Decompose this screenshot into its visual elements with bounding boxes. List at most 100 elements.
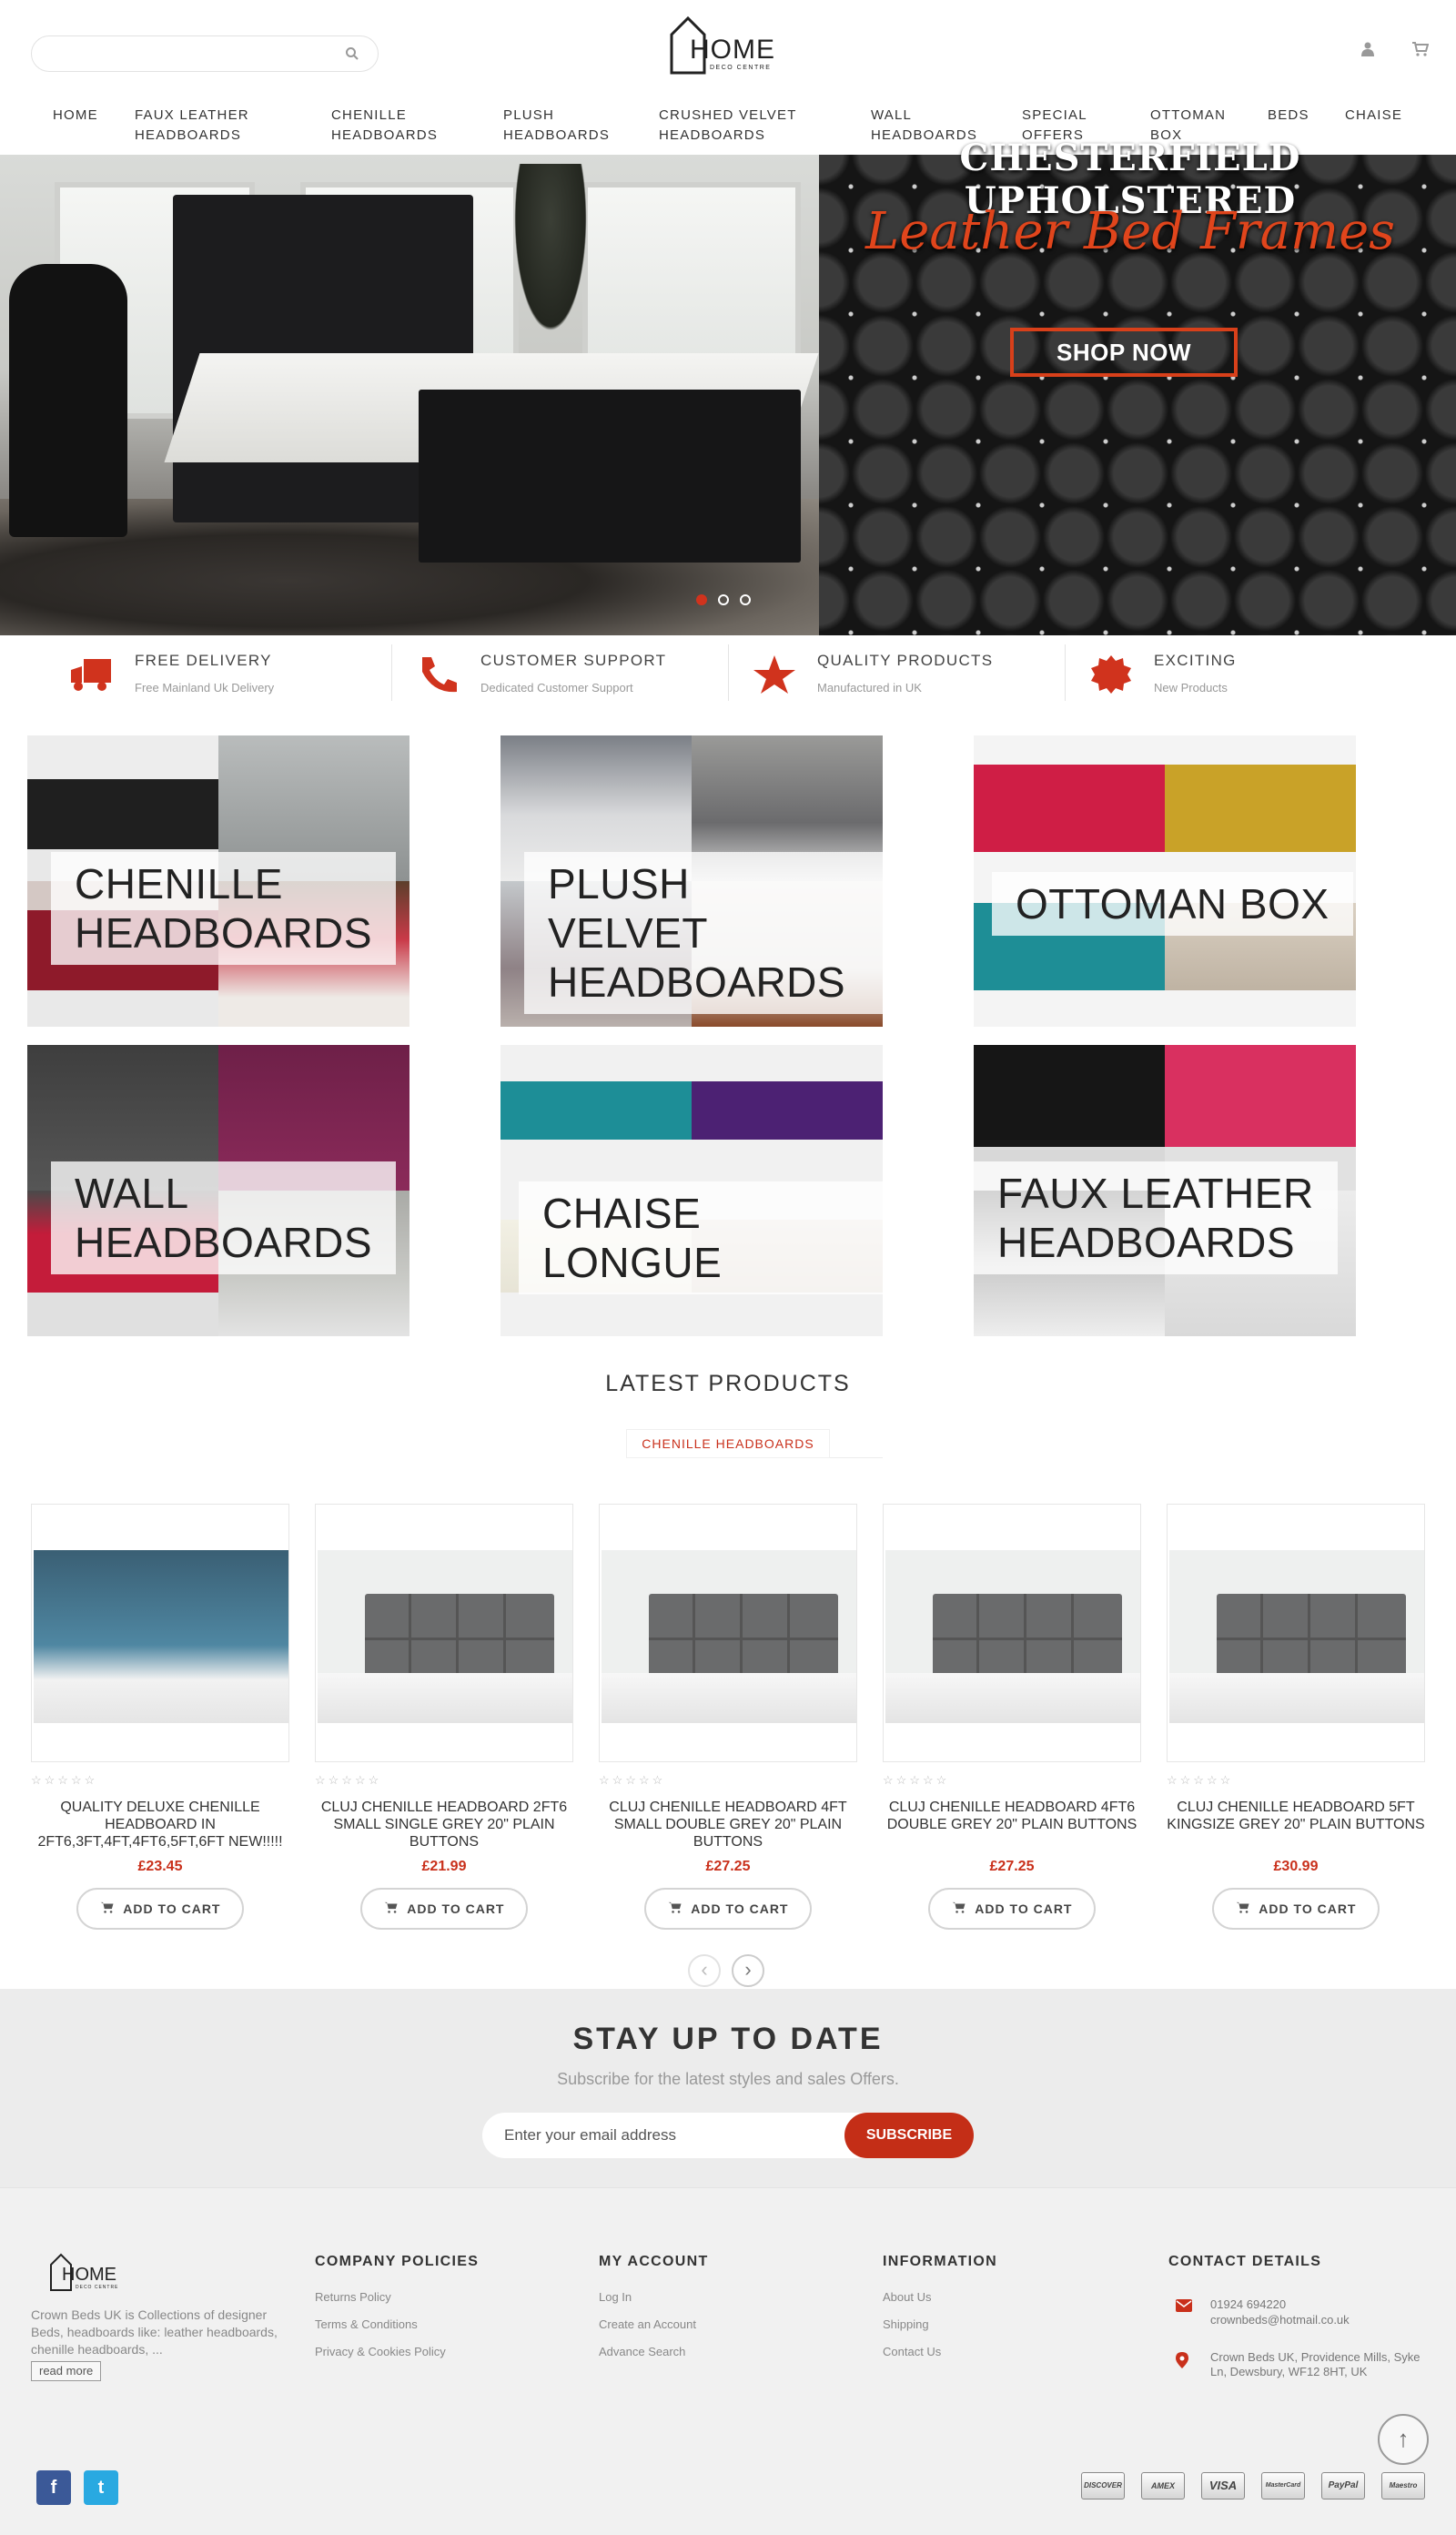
- nav-chaise[interactable]: CHAISE: [1345, 106, 1402, 126]
- add-to-cart-button[interactable]: ADD TO CART: [1212, 1888, 1380, 1930]
- product-title[interactable]: CLUJ CHENILLE HEADBOARD 2FT6 SMALL SINGL…: [315, 1799, 573, 1851]
- category-wall-headboards[interactable]: WALL HEADBOARDS: [27, 1045, 410, 1336]
- feature-quality-products: QUALITY PRODUCTS Manufactured in UK: [715, 648, 1052, 703]
- product-image[interactable]: [31, 1504, 289, 1762]
- slider-dot-1[interactable]: [696, 594, 707, 605]
- amex-icon: AMEX: [1141, 2472, 1185, 2500]
- add-to-cart-button[interactable]: ADD TO CART: [928, 1888, 1096, 1930]
- footer-my-account: MY ACCOUNT Log In Create an Account Adva…: [599, 2254, 709, 2372]
- footer-link-contact-us[interactable]: Contact Us: [883, 2345, 997, 2358]
- feature-title: CUSTOMER SUPPORT: [480, 652, 667, 669]
- email-field[interactable]: Enter your email address: [504, 2113, 850, 2158]
- footer-link-privacy-cookies[interactable]: Privacy & Cookies Policy: [315, 2345, 479, 2358]
- shop-now-button[interactable]: SHOP NOW: [1010, 328, 1238, 377]
- product-image[interactable]: [599, 1504, 857, 1762]
- chevron-left-icon: ‹: [701, 1958, 708, 1981]
- product-title[interactable]: CLUJ CHENILLE HEADBOARD 5FT KINGSIZE GRE…: [1167, 1799, 1425, 1833]
- search-input[interactable]: [31, 35, 379, 72]
- paypal-icon: PayPal: [1321, 2472, 1365, 2500]
- feature-subtitle: New Products: [1154, 681, 1228, 695]
- product-image[interactable]: [315, 1504, 573, 1762]
- back-to-top-button[interactable]: ↑: [1378, 2414, 1429, 2465]
- category-ottoman-box[interactable]: OTTOMAN BOX: [974, 735, 1356, 1027]
- footer-link-log-in[interactable]: Log In: [599, 2290, 709, 2304]
- read-more-button[interactable]: read more: [31, 2361, 102, 2381]
- nav-plush-headboards[interactable]: PLUSH HEADBOARDS: [503, 106, 622, 146]
- visa-icon: VISA: [1201, 2472, 1245, 2500]
- slider-dot-2[interactable]: [718, 594, 729, 605]
- slider-dot-3[interactable]: [740, 594, 751, 605]
- footer-column-title: MY ACCOUNT: [599, 2254, 709, 2269]
- star-icon: [752, 654, 797, 695]
- footer-column-title: COMPANY POLICIES: [315, 2254, 480, 2269]
- add-to-cart-button[interactable]: ADD TO CART: [360, 1888, 528, 1930]
- product-price: £30.99: [1273, 1859, 1319, 1874]
- cart-icon[interactable]: [1412, 42, 1430, 61]
- category-chenille-headboards[interactable]: CHENILLE HEADBOARDS: [27, 735, 410, 1027]
- user-icon[interactable]: [1361, 42, 1374, 61]
- carousel-next-button[interactable]: ›: [732, 1954, 764, 1987]
- category-label: WALL HEADBOARDS: [51, 1161, 397, 1274]
- rating-stars: ☆☆☆☆☆: [1167, 1773, 1234, 1787]
- footer-column-title: INFORMATION: [883, 2254, 997, 2269]
- rating-stars: ☆☆☆☆☆: [315, 1773, 382, 1787]
- category-plush-velvet-headboards[interactable]: PLUSH VELVET HEADBOARDS: [500, 735, 883, 1027]
- footer-link-create-account[interactable]: Create an Account: [599, 2317, 709, 2331]
- twitter-icon[interactable]: t: [84, 2470, 118, 2505]
- latest-products-section: LATEST PRODUCTS CHENILLE HEADBOARDS ☆☆☆☆…: [0, 1340, 1456, 1989]
- footer-information: INFORMATION About Us Shipping Contact Us: [883, 2254, 997, 2372]
- subscribe-button[interactable]: SUBSCRIBE: [844, 2113, 974, 2158]
- product-price: £27.25: [705, 1859, 751, 1874]
- product-title[interactable]: CLUJ CHENILLE HEADBOARD 4FT SMALL DOUBLE…: [599, 1799, 857, 1851]
- footer-link-advance-search[interactable]: Advance Search: [599, 2345, 709, 2358]
- footer-link-shipping[interactable]: Shipping: [883, 2317, 997, 2331]
- category-label: CHENILLE HEADBOARDS: [51, 852, 397, 965]
- product-title[interactable]: CLUJ CHENILLE HEADBOARD 4FT6 DOUBLE GREY…: [883, 1799, 1141, 1833]
- footer-link-about-us[interactable]: About Us: [883, 2290, 997, 2304]
- contact-phone[interactable]: 01924 694220: [1210, 2297, 1286, 2312]
- category-label: PLUSH VELVET HEADBOARDS: [524, 852, 883, 1014]
- site-logo[interactable]: HOME DECO CENTRE: [670, 15, 786, 75]
- footer-link-returns-policy[interactable]: Returns Policy: [315, 2290, 479, 2304]
- slider-dots: [696, 594, 751, 605]
- feature-subtitle: Free Mainland Uk Delivery: [135, 681, 275, 695]
- nav-home[interactable]: HOME: [53, 106, 98, 126]
- carousel-prev-button[interactable]: ‹: [688, 1954, 721, 1987]
- category-label: CHAISE LONGUE: [519, 1181, 883, 1294]
- product-price: £23.45: [137, 1859, 183, 1874]
- product-image[interactable]: [883, 1504, 1141, 1762]
- section-title: LATEST PRODUCTS: [605, 1371, 851, 1396]
- hero-script-title: Leather Bed Frames: [865, 202, 1395, 261]
- add-to-cart-button[interactable]: ADD TO CART: [76, 1888, 244, 1930]
- cart-icon: [668, 1901, 682, 1916]
- footer-about-text: Crown Beds UK is Collections of designer…: [31, 2307, 278, 2357]
- svg-text:DECO CENTRE: DECO CENTRE: [76, 2285, 118, 2290]
- rating-stars: ☆☆☆☆☆: [599, 1773, 666, 1787]
- nav-beds[interactable]: BEDS: [1268, 106, 1309, 126]
- arrow-up-icon: ↑: [1397, 2425, 1410, 2452]
- footer-link-terms-conditions[interactable]: Terms & Conditions: [315, 2317, 479, 2331]
- footer-contact-details: CONTACT DETAILS: [1168, 2254, 1321, 2290]
- footer-logo[interactable]: HOME DECO CENTRE: [49, 2252, 126, 2292]
- tab-chenille-headboards[interactable]: CHENILLE HEADBOARDS: [626, 1429, 830, 1458]
- mail-icon: [1176, 2299, 1192, 2317]
- contact-email[interactable]: crownbeds@hotmail.co.uk: [1210, 2313, 1350, 2327]
- feature-subtitle: Dedicated Customer Support: [480, 681, 633, 695]
- nav-crushed-velvet-headboards[interactable]: CRUSHED VELVET HEADBOARDS: [659, 106, 832, 146]
- category-faux-leather-headboards[interactable]: FAUX LEATHER HEADBOARDS: [974, 1045, 1356, 1336]
- svg-text:DECO CENTRE: DECO CENTRE: [710, 65, 771, 71]
- feature-exciting: EXCITING New Products: [1052, 648, 1389, 703]
- nav-chenille-headboards[interactable]: CHENILLE HEADBOARDS: [331, 106, 459, 146]
- newsletter-subtitle: Subscribe for the latest styles and sale…: [557, 2070, 899, 2088]
- feature-bar: FREE DELIVERY Free Mainland Uk Delivery …: [0, 635, 1456, 710]
- contact-address: Crown Beds UK, Providence Mills, Syke Ln…: [1210, 2350, 1421, 2378]
- truck-icon: [69, 654, 115, 695]
- nav-faux-leather-headboards[interactable]: FAUX LEATHER HEADBOARDS: [135, 106, 280, 146]
- category-chaise-longue[interactable]: CHAISE LONGUE: [500, 1045, 883, 1336]
- add-to-cart-button[interactable]: ADD TO CART: [644, 1888, 812, 1930]
- search-icon[interactable]: [345, 46, 359, 66]
- category-grid: CHENILLE HEADBOARDS PLUSH VELVET HEADBOA…: [0, 710, 1456, 1340]
- product-title[interactable]: QUALITY DELUXE CHENILLE HEADBOARD IN 2ft…: [31, 1799, 289, 1851]
- product-image[interactable]: [1167, 1504, 1425, 1762]
- facebook-icon[interactable]: f: [36, 2470, 71, 2505]
